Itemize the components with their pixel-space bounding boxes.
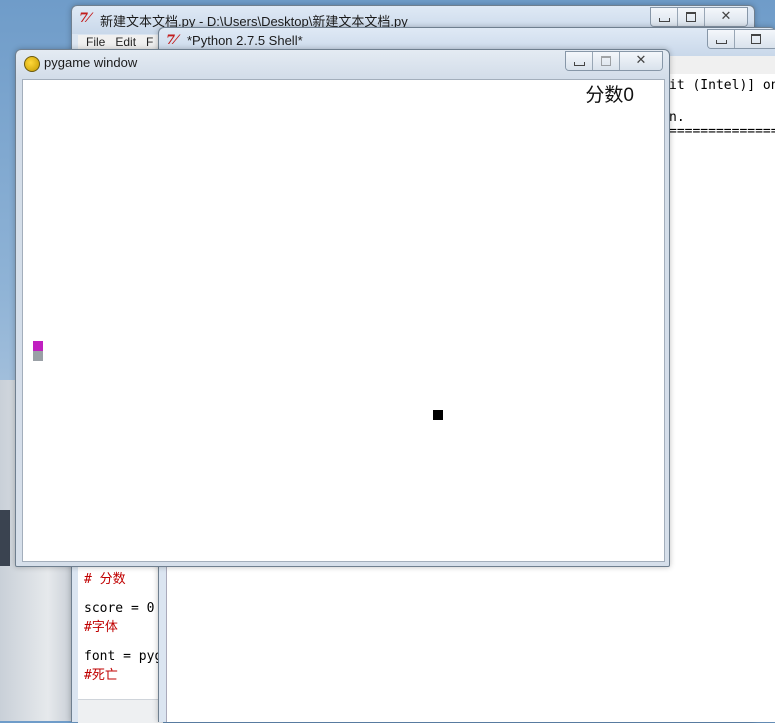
minimize-button[interactable] (566, 52, 593, 70)
maximize-icon (751, 34, 761, 44)
shell-line: ================= (669, 124, 775, 139)
editor-horizontal-scrollbar[interactable] (78, 699, 163, 723)
code-line: # 分数 (84, 572, 126, 587)
maximize-icon (601, 56, 611, 66)
maximize-icon (686, 12, 696, 22)
minimize-icon (715, 40, 727, 44)
minimize-button[interactable] (651, 8, 678, 26)
code-line: #死亡 (84, 668, 118, 683)
shell-title: *Python 2.7.5 Shell* (187, 33, 303, 48)
close-button[interactable]: ✕ (705, 8, 747, 26)
minimize-button[interactable] (708, 30, 735, 48)
idle-logo-icon: 7⁄ (79, 11, 91, 26)
code-line: font = pyg (84, 649, 163, 664)
pygame-logo-icon (24, 56, 40, 72)
shell-line: n. (669, 110, 685, 125)
maximize-button[interactable] (678, 8, 705, 26)
pygame-title: pygame window (44, 55, 138, 70)
close-button[interactable]: ✕ (620, 52, 662, 70)
maximize-button[interactable] (735, 30, 775, 48)
pygame-titlebar[interactable]: pygame window ✕ (16, 50, 669, 76)
desktop-wallpaper-window (0, 510, 10, 566)
pygame-window: pygame window ✕ 分数0 (15, 49, 670, 567)
maximize-button[interactable] (593, 52, 620, 70)
close-icon: ✕ (720, 9, 732, 24)
pygame-window-controls: ✕ (565, 51, 663, 71)
shell-line: it (Intel)] on (669, 78, 775, 93)
food-block (433, 410, 443, 420)
shell-window-controls (707, 29, 775, 49)
code-line: #字体 (84, 620, 118, 635)
score-label: 分数0 (585, 85, 634, 106)
idle-logo-icon: 7⁄ (166, 33, 178, 48)
editor-window-controls: ✕ (650, 7, 748, 27)
snake-body-segment (33, 351, 43, 361)
minimize-icon (573, 62, 585, 66)
code-line: score = 0 (84, 601, 155, 616)
snake-head (33, 341, 43, 351)
game-canvas[interactable]: 分数0 (22, 79, 665, 562)
close-icon: ✕ (635, 53, 647, 68)
minimize-icon (658, 18, 670, 22)
